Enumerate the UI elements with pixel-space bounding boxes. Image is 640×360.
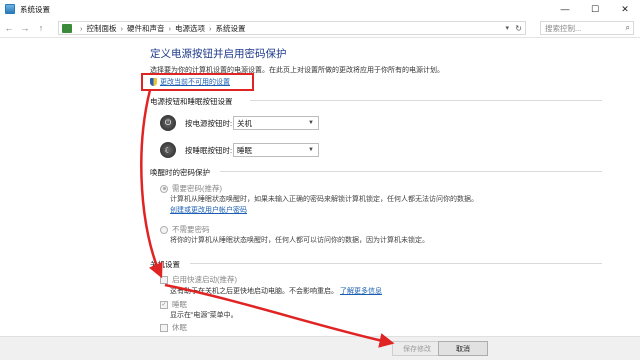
window-title: 系统设置 bbox=[20, 4, 50, 14]
minimize-button[interactable]: — bbox=[550, 0, 580, 18]
power-button-row: ⏻ 按电源按钮时: 关机 ▼ bbox=[160, 115, 319, 131]
footer-bar: 保存修改 取消 bbox=[0, 336, 640, 360]
require-password-option[interactable]: 需要密码(推荐) bbox=[160, 183, 222, 194]
search-icon: ⌕ bbox=[625, 23, 630, 32]
sleep-moon-icon: ☾ bbox=[160, 142, 176, 158]
breadcrumb-system-settings[interactable]: 系统设置 bbox=[216, 23, 246, 34]
page-title: 定义电源按钮并启用密码保护 bbox=[150, 48, 287, 60]
power-section-title: 电源按钮和睡眠按钮设置 bbox=[150, 96, 602, 107]
change-link-label: 更改当前不可用的设置 bbox=[160, 79, 230, 86]
sleep-button-select[interactable]: 睡眠 ▼ bbox=[233, 143, 319, 157]
password-section-title: 唤醒时的密码保护 bbox=[150, 167, 602, 178]
hibernate-label: 休眠 bbox=[172, 323, 187, 332]
search-placeholder: 搜索控制... bbox=[545, 23, 582, 33]
no-password-desc: 将你的计算机从睡眠状态唤醒时，任何人都可以访问你的数据，因为计算机未锁定。 bbox=[170, 237, 429, 244]
arrow-to-fast-startup bbox=[140, 89, 163, 279]
power-button-select[interactable]: 关机 ▼ bbox=[233, 116, 319, 130]
annotation-arrows bbox=[140, 89, 395, 348]
change-unavailable-settings-link[interactable]: 更改当前不可用的设置 bbox=[150, 77, 230, 87]
fast-startup-desc: 这有助于在关机之后更快地启动电脑。不会影响重启。 了解更多信息 bbox=[170, 286, 382, 296]
chevron-down-icon[interactable]: ▾ bbox=[505, 24, 509, 32]
save-button[interactable]: 保存修改 bbox=[392, 341, 442, 356]
sleep-button-value: 睡眠 bbox=[237, 145, 252, 155]
sleep-option[interactable]: ✓ 睡眠 bbox=[160, 299, 187, 310]
chevron-right-icon: › bbox=[168, 23, 172, 33]
radio-selected[interactable] bbox=[160, 184, 168, 193]
breadcrumb-hardware-sound[interactable]: 硬件和声音 bbox=[127, 23, 165, 34]
hibernate-option[interactable]: 休眠 bbox=[160, 322, 187, 333]
shutdown-section-label: 关机设置 bbox=[150, 260, 180, 269]
forward-arrow-icon[interactable]: → bbox=[18, 21, 32, 35]
shield-icon bbox=[150, 78, 157, 86]
fast-startup-checkbox[interactable] bbox=[160, 275, 168, 284]
power-icon: ⏻ bbox=[160, 115, 176, 131]
power-button-label: 按电源按钮时: bbox=[185, 118, 233, 128]
maximize-button[interactable]: ☐ bbox=[580, 0, 610, 18]
sleep-button-row: ☾ 按睡眠按钮时: 睡眠 ▼ bbox=[160, 142, 319, 158]
fast-startup-option[interactable]: 启用快速启动(推荐) bbox=[160, 274, 237, 285]
up-arrow-icon[interactable]: ↑ bbox=[34, 21, 48, 35]
control-panel-icon bbox=[62, 23, 72, 33]
chevron-right-icon: › bbox=[209, 23, 212, 33]
radio-unselected[interactable] bbox=[160, 225, 168, 234]
breadcrumb-power-options[interactable]: 电源选项 bbox=[175, 23, 205, 34]
window-controls: — ☐ ✕ bbox=[550, 0, 640, 18]
sleep-checkbox[interactable]: ✓ bbox=[160, 300, 168, 309]
create-password-link[interactable]: 创建或更改用户帐户密码 bbox=[170, 205, 247, 215]
chevron-right-icon: › bbox=[120, 23, 124, 33]
no-password-label: 不需要密码 bbox=[172, 225, 210, 234]
password-section-label: 唤醒时的密码保护 bbox=[150, 168, 210, 177]
close-button[interactable]: ✕ bbox=[610, 0, 640, 18]
divider bbox=[190, 263, 602, 264]
breadcrumb[interactable]: › 控制面板 › 硬件和声音 › 电源选项 › 系统设置 ▾ ↻ bbox=[58, 21, 526, 35]
divider bbox=[220, 171, 602, 172]
hibernate-checkbox[interactable] bbox=[160, 323, 168, 332]
require-password-desc: 计算机从睡眠状态唤醒时，如果未输入正确的密码来解锁计算机锁定，任何人都无法访问你… bbox=[170, 196, 478, 203]
chevron-down-icon: ▼ bbox=[308, 120, 314, 126]
require-password-label: 需要密码(推荐) bbox=[172, 184, 222, 193]
fast-startup-desc-text: 这有助于在关机之后更快地启动电脑。不会影响重启。 bbox=[170, 288, 338, 295]
shutdown-section-title: 关机设置 bbox=[150, 259, 602, 270]
sleep-button-label: 按睡眠按钮时: bbox=[185, 145, 233, 155]
search-input[interactable]: 搜索控制... ⌕ bbox=[540, 21, 634, 35]
divider bbox=[250, 100, 602, 101]
breadcrumb-control-panel[interactable]: 控制面板 bbox=[87, 23, 117, 34]
title-bar: 系统设置 — ☐ ✕ bbox=[0, 0, 640, 18]
chevron-down-icon: ▼ bbox=[308, 147, 314, 153]
refresh-icon[interactable]: ↻ bbox=[515, 24, 522, 33]
sleep-desc: 显示在“电源”菜单中。 bbox=[170, 312, 238, 319]
address-bar: ← → ↑ › 控制面板 › 硬件和声音 › 电源选项 › 系统设置 ▾ ↻ 搜… bbox=[0, 18, 640, 38]
cancel-button[interactable]: 取消 bbox=[438, 341, 488, 356]
fast-startup-label: 启用快速启动(推荐) bbox=[172, 275, 237, 284]
back-arrow-icon[interactable]: ← bbox=[2, 21, 16, 35]
power-section-label: 电源按钮和睡眠按钮设置 bbox=[150, 97, 233, 106]
sleep-label: 睡眠 bbox=[172, 300, 187, 309]
system-settings-icon bbox=[5, 4, 15, 14]
chevron-right-icon: › bbox=[80, 23, 83, 33]
power-button-value: 关机 bbox=[237, 118, 252, 128]
learn-more-link[interactable]: 了解更多信息 bbox=[340, 288, 382, 295]
no-password-option[interactable]: 不需要密码 bbox=[160, 224, 210, 235]
